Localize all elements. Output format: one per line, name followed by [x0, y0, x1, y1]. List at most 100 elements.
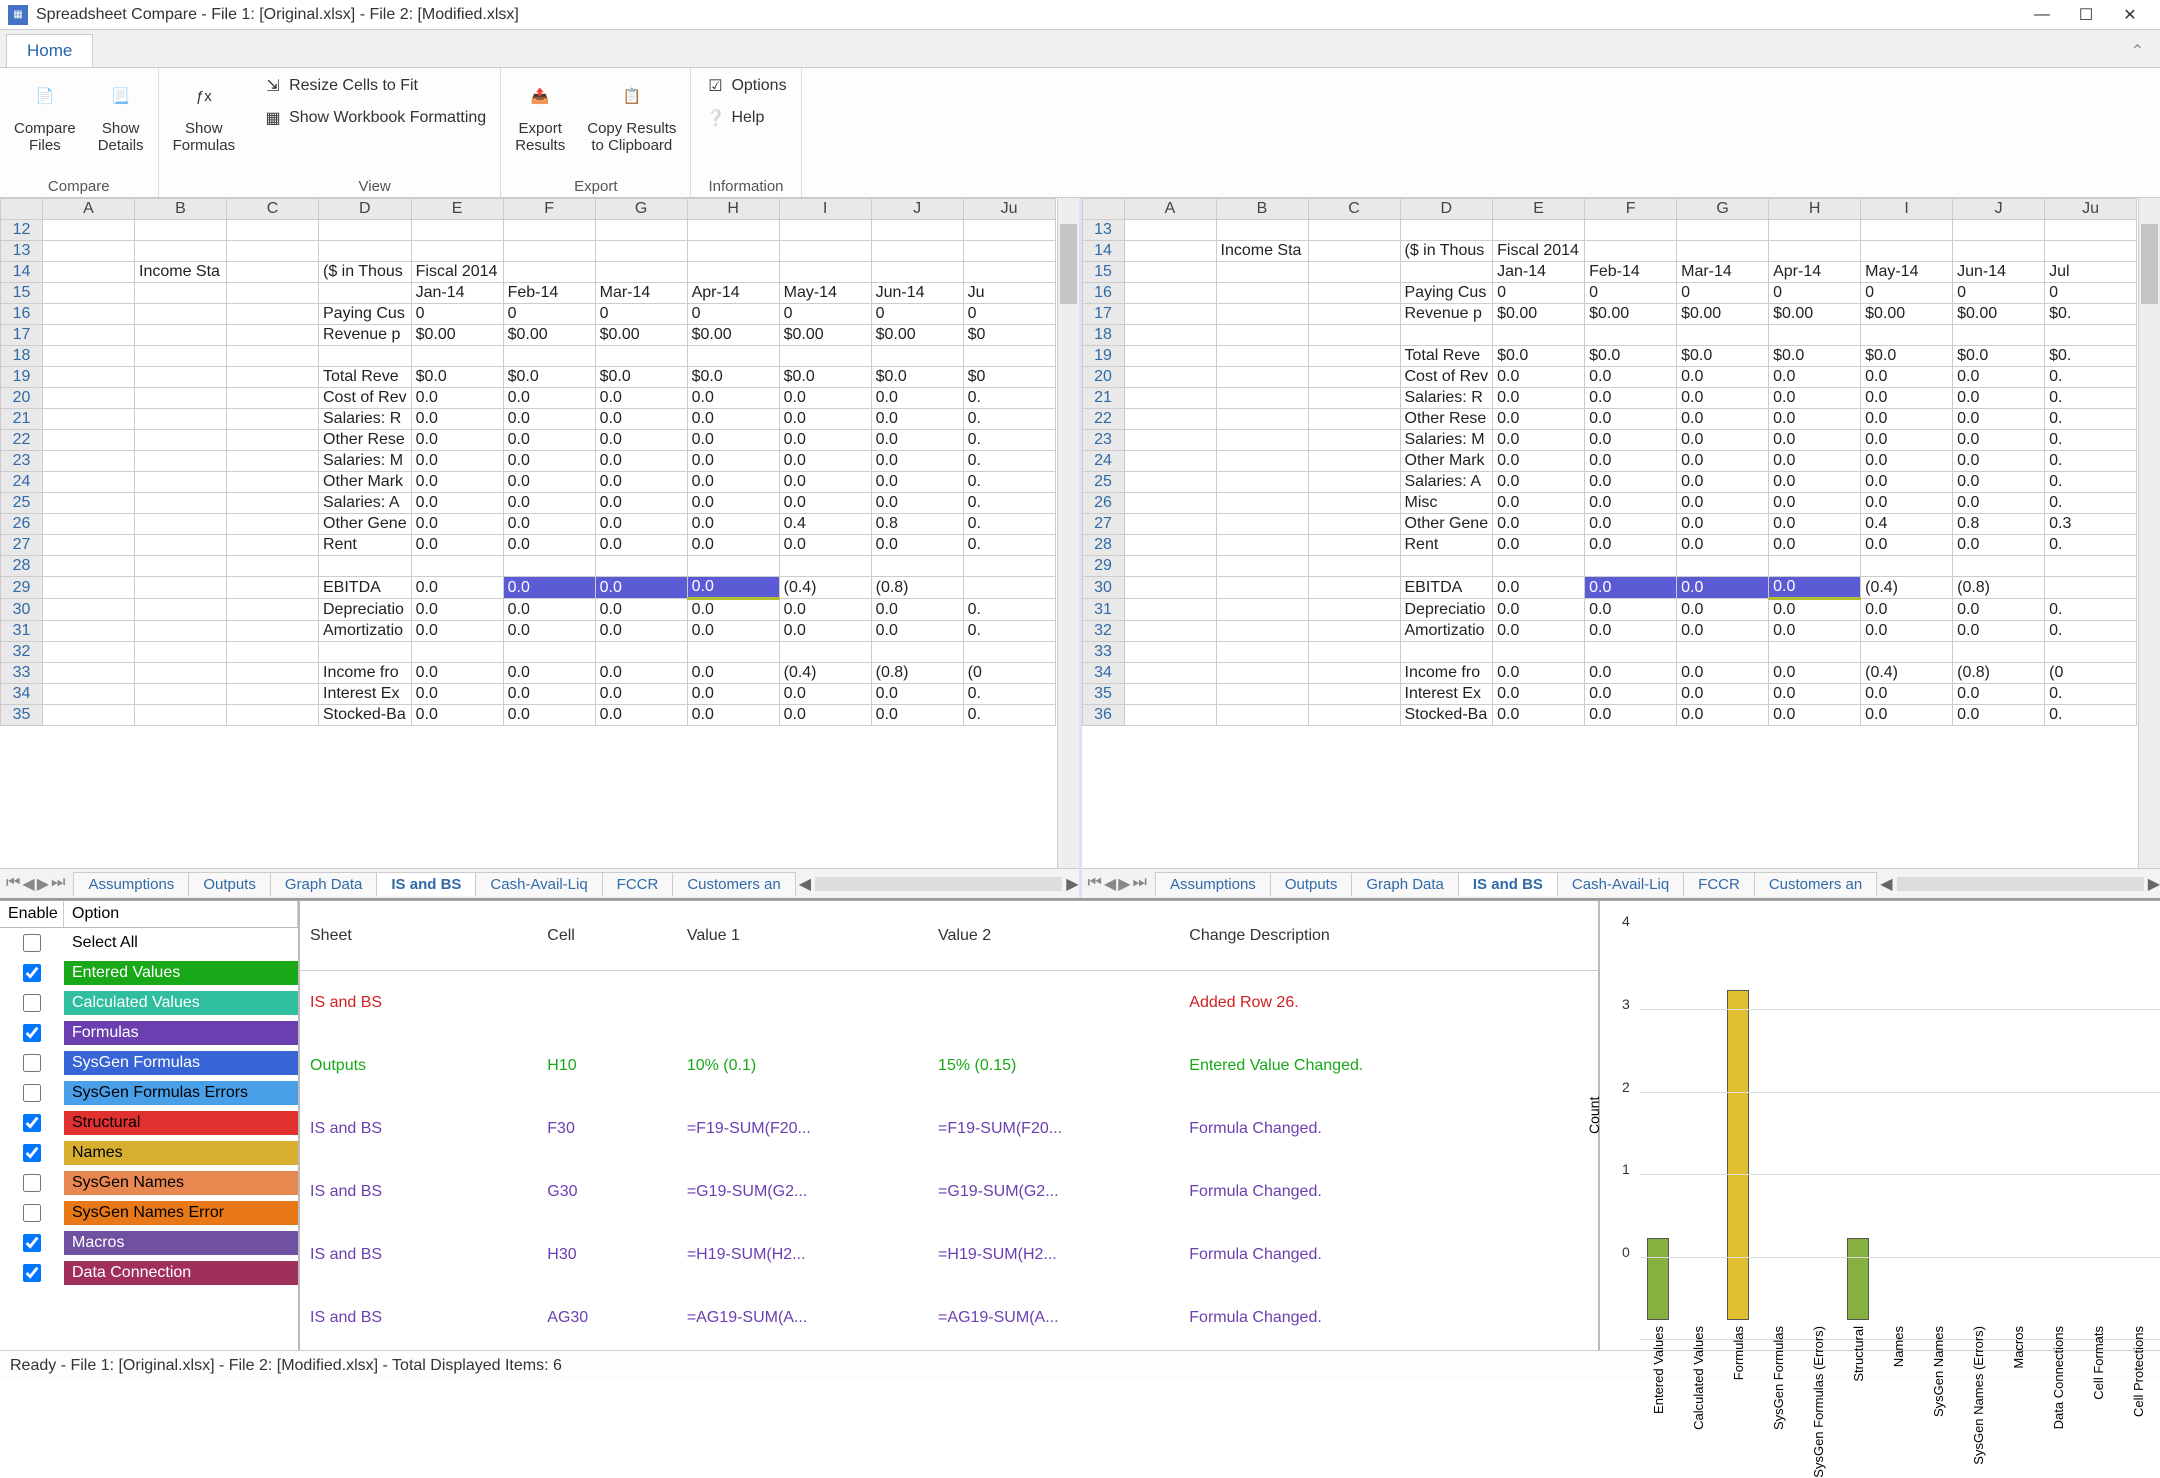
ribbon-group-compare: 📄 Compare Files 📃 Show Details Compare	[0, 68, 159, 197]
option-checkbox[interactable]	[23, 1264, 41, 1282]
result-row[interactable]: IS and BSF30=F19-SUM(F20...=F19-SUM(F20.…	[300, 1098, 1598, 1161]
option-checkbox[interactable]	[23, 934, 41, 952]
tab-home[interactable]: Home	[6, 34, 93, 67]
right-scroll-v[interactable]	[2138, 198, 2160, 868]
result-row[interactable]: IS and BSH30=H19-SUM(H2...=H19-SUM(H2...…	[300, 1224, 1598, 1287]
statusbar: Ready - File 1: [Original.xlsx] - File 2…	[0, 1350, 2160, 1380]
option-checkbox[interactable]	[23, 1174, 41, 1192]
chart-bar: Entered Values	[1640, 1238, 1676, 1341]
sheet-tab[interactable]: Customers an	[672, 872, 795, 896]
right-pane: ABCDEFGHIJJu1314Income Sta($ in ThousFis…	[1082, 198, 2160, 898]
show-formulas-button[interactable]: ƒx Show Formulas	[169, 74, 240, 156]
left-grid[interactable]: ABCDEFGHIJJu121314Income Sta($ in ThousF…	[0, 198, 1079, 868]
right-grid[interactable]: ABCDEFGHIJJu1314Income Sta($ in ThousFis…	[1082, 198, 2160, 868]
status-text: Ready - File 1: [Original.xlsx] - File 2…	[10, 1357, 562, 1375]
option-row: Formulas	[0, 1018, 298, 1048]
compare-panes: ABCDEFGHIJJu121314Income Sta($ in ThousF…	[0, 198, 2160, 900]
sheet-tab[interactable]: IS and BS	[376, 872, 476, 896]
results-pane: SheetCellValue 1Value 2Change Descriptio…	[300, 901, 1600, 1350]
sheet-tab[interactable]: Assumptions	[73, 872, 189, 896]
option-label[interactable]: SysGen Names	[64, 1171, 298, 1195]
maximize-button[interactable]: ☐	[2064, 1, 2108, 29]
close-button[interactable]: ✕	[2108, 1, 2152, 29]
sheet-tab[interactable]: Graph Data	[270, 872, 378, 896]
compare-files-button[interactable]: 📄 Compare Files	[10, 74, 80, 156]
option-label[interactable]: Structural	[64, 1111, 298, 1135]
chart-bar: SysGen Names (Errors)	[1960, 1320, 1996, 1340]
chart-bar: Calculated Values	[1680, 1320, 1716, 1340]
option-label[interactable]: Calculated Values	[64, 991, 298, 1015]
option-checkbox[interactable]	[23, 1204, 41, 1222]
option-label[interactable]: Entered Values	[64, 961, 298, 985]
option-label[interactable]: SysGen Formulas Errors	[64, 1081, 298, 1105]
sheet-tab[interactable]: FCCR	[1683, 872, 1755, 896]
export-results-button[interactable]: 📤 Export Results	[511, 74, 569, 156]
result-row[interactable]: IS and BSG30=G19-SUM(G2...=G19-SUM(G2...…	[300, 1161, 1598, 1224]
options-icon: ☑	[705, 76, 725, 96]
option-label[interactable]: Formulas	[64, 1021, 298, 1045]
minimize-button[interactable]: —	[2020, 1, 2064, 29]
option-checkbox[interactable]	[23, 994, 41, 1012]
sheet-tab[interactable]: Outputs	[188, 872, 271, 896]
help-icon: ❔	[705, 108, 725, 128]
option-row: SysGen Names	[0, 1168, 298, 1198]
sheet-tab[interactable]: Cash-Avail-Liq	[475, 872, 602, 896]
ribbon-group-export: 📤 Export Results 📋 Copy Results to Clipb…	[501, 68, 691, 197]
option-row: Data Connection	[0, 1258, 298, 1288]
chart-bars: Entered ValuesCalculated ValuesFormulasS…	[1640, 1010, 2160, 1340]
sheet-tab[interactable]: Customers an	[1754, 872, 1877, 896]
ribbon: 📄 Compare Files 📃 Show Details Compare ƒ…	[0, 68, 2160, 198]
option-row: Calculated Values	[0, 988, 298, 1018]
option-label[interactable]: Data Connection	[64, 1261, 298, 1285]
titlebar: ▦ Spreadsheet Compare - File 1: [Origina…	[0, 0, 2160, 30]
option-checkbox[interactable]	[23, 1114, 41, 1132]
copy-results-icon: 📋	[612, 76, 652, 116]
sheet-tab[interactable]: FCCR	[602, 872, 674, 896]
left-scroll-v[interactable]	[1057, 198, 1079, 868]
sheet-tab[interactable]: Assumptions	[1155, 872, 1271, 896]
option-label[interactable]: SysGen Formulas	[64, 1051, 298, 1075]
option-checkbox[interactable]	[23, 1054, 41, 1072]
show-wb-formatting-button[interactable]: ▦ Show Workbook Formatting	[259, 106, 490, 130]
option-checkbox[interactable]	[23, 1234, 41, 1252]
option-label[interactable]: Macros	[64, 1231, 298, 1255]
option-label[interactable]: Names	[64, 1141, 298, 1165]
copy-results-button[interactable]: 📋 Copy Results to Clipboard	[583, 74, 680, 156]
options-header: Enable Option	[0, 901, 298, 928]
option-label[interactable]: SysGen Names Error	[64, 1201, 298, 1225]
chart-bar: Data Connections	[2040, 1320, 2076, 1340]
sheet-tab[interactable]: IS and BS	[1458, 872, 1558, 896]
wb-formatting-icon: ▦	[263, 108, 283, 128]
chart-bar: Cell Protections	[2120, 1320, 2156, 1340]
left-sheet-tabs: ⏮◀▶⏭AssumptionsOutputsGraph DataIS and B…	[0, 868, 1079, 898]
results-table[interactable]: SheetCellValue 1Value 2Change Descriptio…	[300, 901, 1598, 1350]
ribbon-tabs: Home ⌃	[0, 30, 2160, 68]
chart-bar: Cell Formats	[2080, 1320, 2116, 1340]
chart-bar: Names	[1880, 1320, 1916, 1340]
sheet-tab[interactable]: Outputs	[1270, 872, 1353, 896]
result-row[interactable]: OutputsH1010% (0.1)15% (0.15)Entered Val…	[300, 1035, 1598, 1098]
chart-bar: SysGen Names	[1920, 1320, 1956, 1340]
resize-cells-button[interactable]: ⇲ Resize Cells to Fit	[259, 74, 490, 98]
option-row: Names	[0, 1138, 298, 1168]
window-title: Spreadsheet Compare - File 1: [Original.…	[36, 6, 2020, 24]
option-row: Macros	[0, 1228, 298, 1258]
option-checkbox[interactable]	[23, 1084, 41, 1102]
option-checkbox[interactable]	[23, 964, 41, 982]
option-row: Structural	[0, 1108, 298, 1138]
options-col-option: Option	[64, 901, 298, 927]
sheet-tab[interactable]: Graph Data	[1351, 872, 1459, 896]
option-checkbox[interactable]	[23, 1024, 41, 1042]
ribbon-collapse-icon[interactable]: ⌃	[2131, 41, 2160, 67]
option-label[interactable]: Select All	[64, 931, 298, 955]
help-button[interactable]: ❔ Help	[701, 106, 790, 130]
sheet-tab[interactable]: Cash-Avail-Liq	[1557, 872, 1684, 896]
chart-y-label: Count	[1586, 1096, 1602, 1133]
result-row[interactable]: IS and BSAG30=AG19-SUM(A...=AG19-SUM(A..…	[300, 1287, 1598, 1350]
ribbon-group-view: ƒx Show Formulas ⇲ Resize Cells to Fit ▦…	[159, 68, 502, 197]
result-row[interactable]: IS and BSAdded Row 26.	[300, 971, 1598, 1035]
option-checkbox[interactable]	[23, 1144, 41, 1162]
options-button[interactable]: ☑ Options	[701, 74, 790, 98]
option-row: Select All	[0, 928, 298, 958]
show-details-button[interactable]: 📃 Show Details	[94, 74, 148, 156]
